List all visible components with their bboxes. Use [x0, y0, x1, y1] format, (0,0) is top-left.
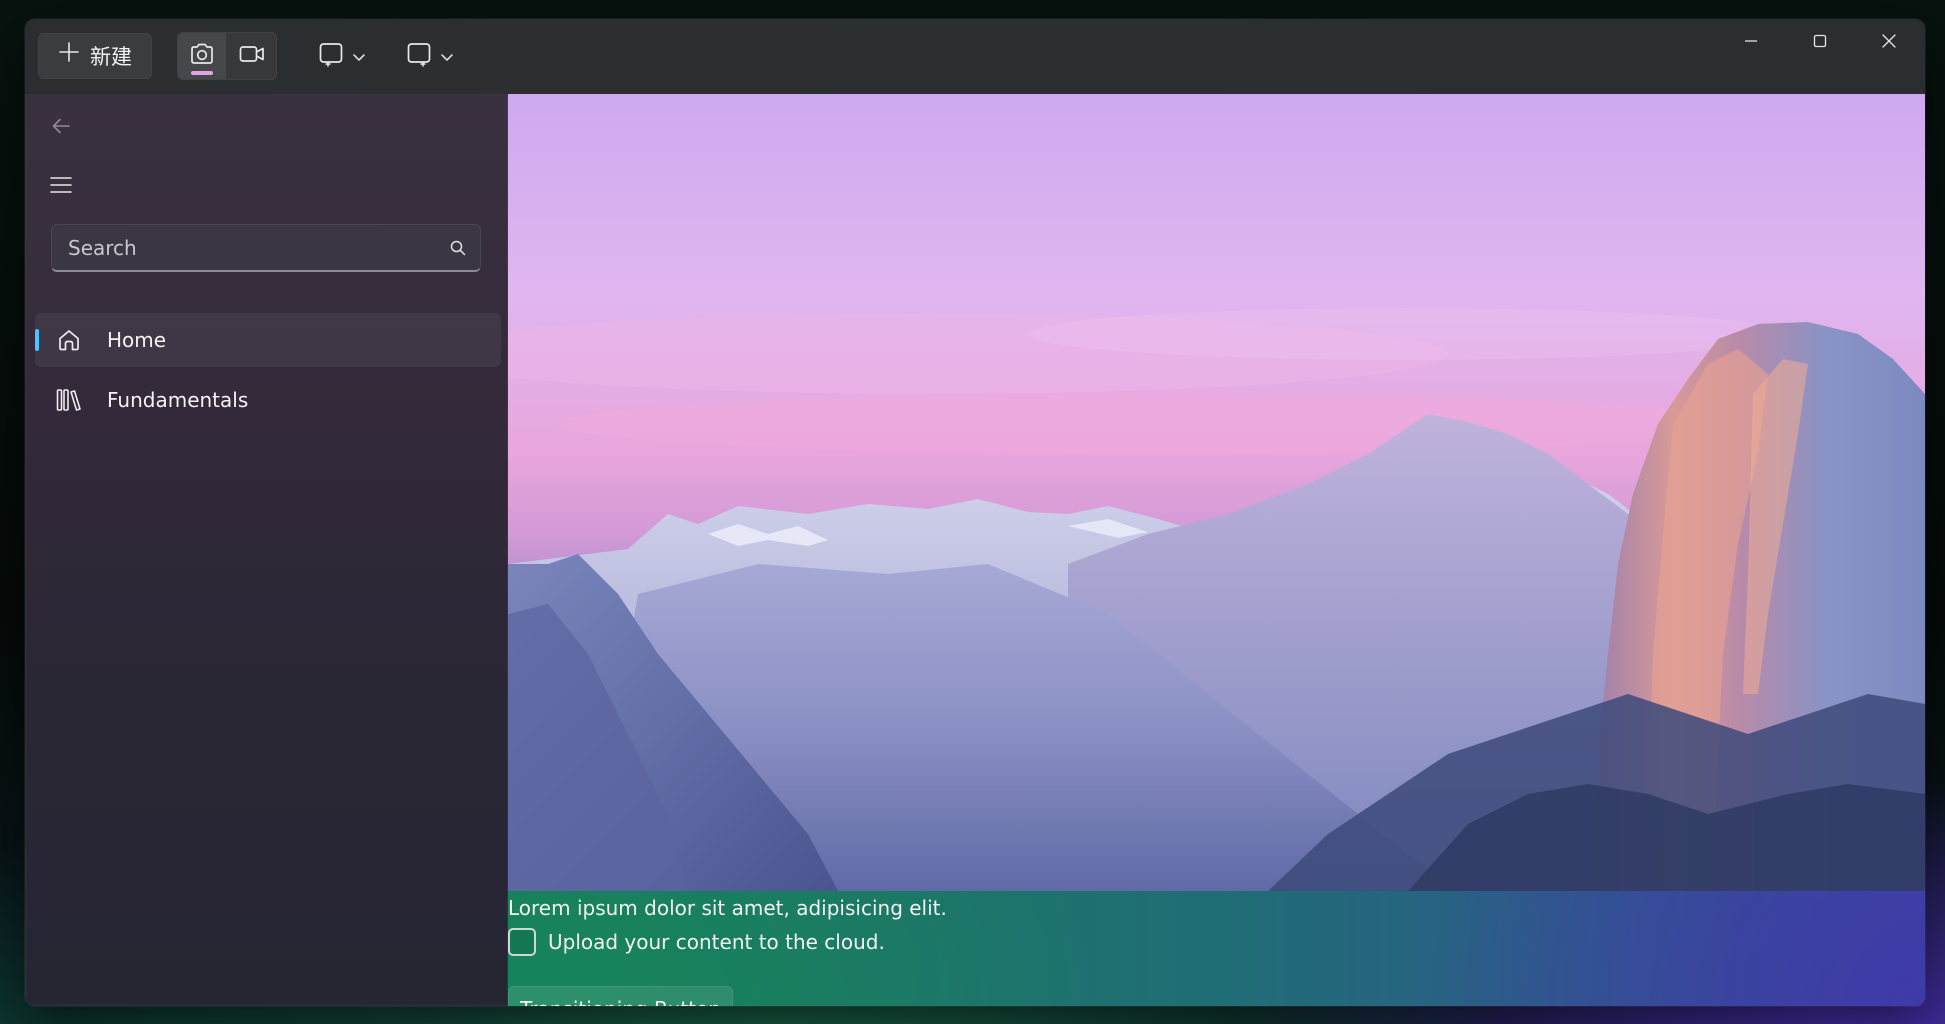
home-icon — [41, 327, 97, 353]
nav-item-label: Home — [107, 328, 167, 352]
maximize-icon — [1811, 32, 1829, 54]
description-text: Lorem ipsum dolor sit amet, adipisicing … — [508, 896, 947, 920]
video-mode-button[interactable] — [228, 33, 276, 79]
camera-icon — [189, 42, 215, 70]
new-button-label: 新建 — [90, 45, 132, 69]
close-button[interactable] — [1854, 19, 1923, 67]
chevron-down-icon — [440, 47, 454, 66]
rectangle-snip-icon — [318, 41, 346, 71]
video-icon — [238, 43, 266, 69]
rectangle-snip-icon — [406, 41, 434, 71]
nav-item-label: Fundamentals — [107, 388, 249, 412]
title-bar: 新建 — [25, 19, 1925, 94]
selection-indicator — [35, 329, 39, 351]
capture-mode-toggle — [177, 32, 277, 80]
chevron-down-icon — [352, 47, 366, 66]
delay-dropdown[interactable] — [398, 32, 462, 80]
nav-item-home[interactable]: Home — [35, 313, 501, 367]
selected-mode-indicator — [191, 71, 213, 75]
upload-checkbox-label: Upload your content to the cloud. — [548, 930, 885, 954]
app-window: 新建 Search Home Fundamentals Lorem ipsum … — [25, 19, 1925, 1006]
search-box — [51, 224, 481, 272]
minimize-button[interactable] — [1716, 19, 1785, 67]
maximize-button[interactable] — [1785, 19, 1854, 67]
arrow-left-icon — [50, 115, 72, 141]
navigation-pane: Home Fundamentals — [27, 94, 508, 1004]
back-button[interactable] — [41, 108, 81, 148]
hamburger-icon — [49, 175, 73, 199]
library-icon — [41, 387, 97, 413]
hero-image — [508, 94, 1925, 891]
close-icon — [1880, 32, 1898, 54]
upload-checkbox-row[interactable]: Upload your content to the cloud. — [508, 928, 885, 956]
plus-icon — [58, 41, 80, 68]
minimize-icon — [1742, 32, 1760, 54]
new-button[interactable]: 新建 — [38, 33, 152, 79]
nav-item-fundamentals[interactable]: Fundamentals — [35, 373, 501, 427]
content-frame: Lorem ipsum dolor sit amet, adipisicing … — [508, 94, 1925, 1006]
snip-shape-dropdown[interactable] — [310, 32, 374, 80]
screenshot-mode-button[interactable] — [178, 33, 226, 79]
search-input[interactable] — [52, 224, 436, 271]
hamburger-menu-button[interactable] — [41, 167, 81, 207]
transitioning-button[interactable]: Transitioning Button — [508, 986, 733, 1006]
search-icon[interactable] — [436, 239, 480, 257]
upload-checkbox[interactable] — [508, 928, 536, 956]
